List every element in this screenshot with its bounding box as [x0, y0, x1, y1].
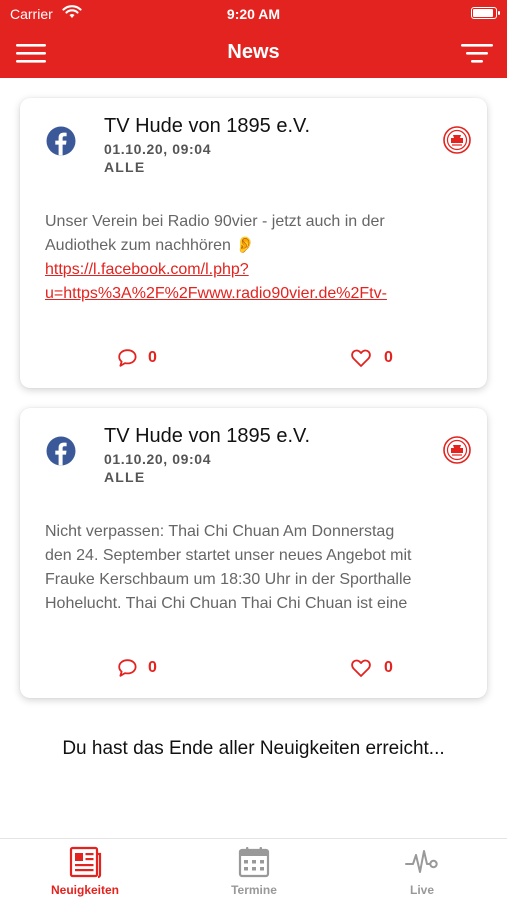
- pulse-icon: [405, 850, 438, 873]
- tab-label: Neuigkeiten: [50, 883, 119, 897]
- post-text-line: Unser Verein bei Radio 90vier - jetzt au…: [45, 213, 385, 230]
- comment-count: 0: [148, 659, 157, 676]
- tab-live[interactable]: Live: [367, 845, 477, 899]
- post-link[interactable]: u=https%3A%2F%2Fwww.radio90vier.de%2Ftv-: [45, 282, 470, 306]
- post-actions: 0 0: [20, 654, 487, 682]
- facebook-icon: [46, 436, 76, 466]
- status-bar: Carrier 9:20 AM: [0, 0, 507, 28]
- post-text: Unser Verein bei Radio 90vier - jetzt au…: [45, 210, 470, 310]
- like-count: 0: [384, 349, 393, 366]
- tab-termine[interactable]: Termine: [199, 845, 309, 899]
- tab-label: Termine: [231, 883, 277, 897]
- post-text-line: Nicht verpassen: Thai Chi Chuan Am Donne…: [45, 523, 395, 540]
- post-link[interactable]: https://l.facebook.com/l.php?: [45, 258, 470, 282]
- newspaper-icon: [69, 846, 102, 879]
- heart-icon: [351, 659, 371, 677]
- tab-label: Live: [409, 883, 434, 897]
- end-of-feed-message: Du hast das Ende aller Neuigkeiten errei…: [62, 738, 445, 759]
- tab-bar: Neuigkeiten Termine Live: [0, 838, 507, 900]
- post-author: TV Hude von 1895 e.V.: [104, 425, 311, 447]
- comment-button[interactable]: 0: [116, 344, 157, 372]
- post-text-line: Hohelucht. Thai Chi Chuan Thai Chi Chuan…: [45, 595, 408, 612]
- like-count: 0: [384, 659, 393, 676]
- facebook-icon: [46, 126, 76, 156]
- battery-icon: [471, 7, 500, 19]
- like-button[interactable]: 0: [350, 344, 393, 372]
- heart-icon: [351, 349, 371, 367]
- page-title: News: [227, 41, 280, 63]
- post-author: TV Hude von 1895 e.V.: [104, 115, 311, 137]
- comment-icon: [118, 349, 137, 367]
- post-text: Nicht verpassen: Thai Chi Chuan Am Donne…: [45, 520, 470, 620]
- news-card[interactable]: TV Hude von 1895 e.V. 01.10.20, 09:04 AL…: [20, 408, 487, 698]
- calendar-icon: [238, 847, 270, 878]
- news-card[interactable]: TV Hude von 1895 e.V. 01.10.20, 09:04 AL…: [20, 98, 487, 388]
- post-category: ALLE: [104, 159, 146, 175]
- post-actions: 0 0: [20, 344, 487, 372]
- comment-count: 0: [148, 349, 157, 366]
- comment-button[interactable]: 0: [116, 654, 157, 682]
- tab-neuigkeiten[interactable]: Neuigkeiten: [30, 845, 140, 899]
- comment-icon: [118, 659, 137, 677]
- club-logo-icon: [443, 126, 471, 154]
- post-text-line: den 24. September startet unser neues An…: [45, 547, 412, 564]
- post-date: 01.10.20, 09:04: [104, 141, 212, 157]
- filter-icon[interactable]: [459, 40, 495, 66]
- post-text-line: Frauke Kerschbaum um 18:30 Uhr in der Sp…: [45, 571, 412, 588]
- clock-time: 9:20 AM: [226, 6, 281, 22]
- nav-bar: News: [0, 28, 507, 78]
- post-category: ALLE: [104, 469, 146, 485]
- club-logo-icon: [443, 436, 471, 464]
- post-date: 01.10.20, 09:04: [104, 451, 212, 467]
- like-button[interactable]: 0: [350, 654, 393, 682]
- post-text-line: Audiothek zum nachhören 👂: [45, 237, 256, 254]
